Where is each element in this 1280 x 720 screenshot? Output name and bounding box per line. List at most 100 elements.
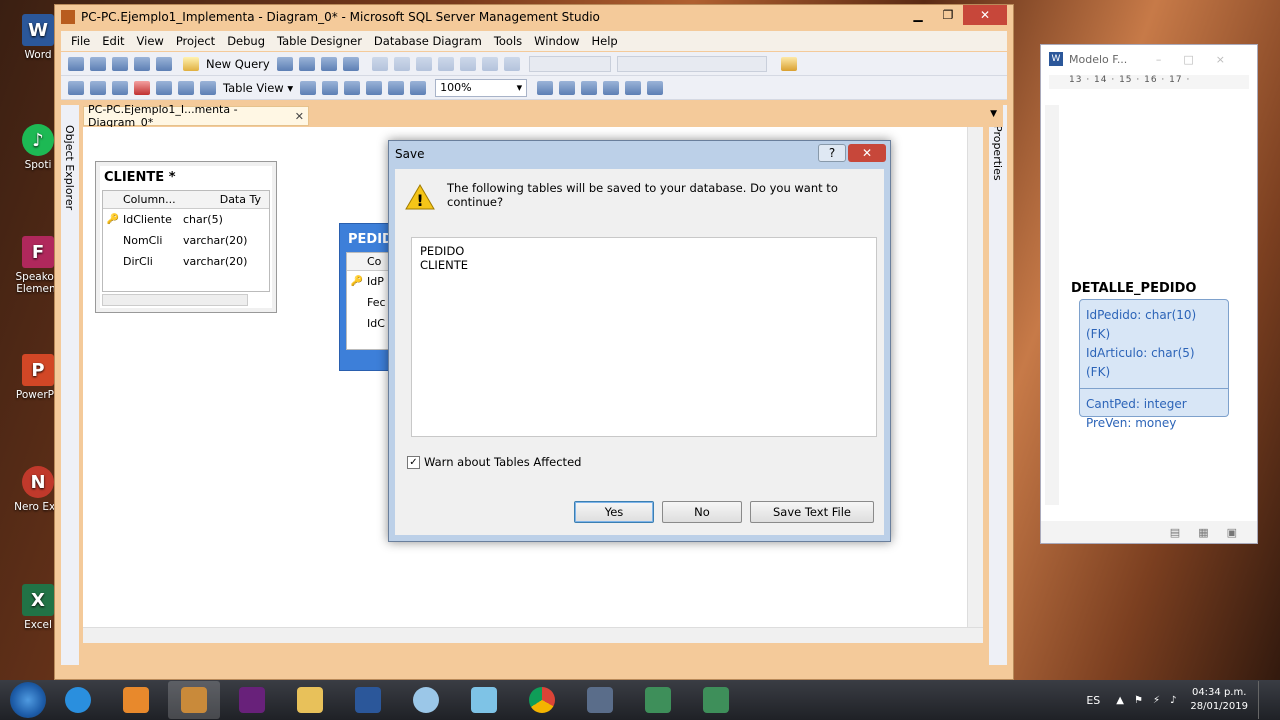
canvas-vscrollbar[interactable]: [967, 127, 983, 627]
query-icon-1[interactable]: [276, 56, 293, 71]
arrange-icon-1[interactable]: [322, 80, 339, 95]
paste-icon[interactable]: [415, 56, 432, 71]
show-desktop-button[interactable]: [1258, 681, 1270, 719]
new-query-button[interactable]: New Query: [206, 57, 270, 71]
arrange-icon-3[interactable]: [366, 80, 383, 95]
menu-file[interactable]: File: [65, 34, 96, 48]
start-debug-icon[interactable]: [503, 56, 520, 71]
redo-icon[interactable]: [459, 56, 476, 71]
relationships-icon[interactable]: [300, 80, 317, 95]
arrange-icon-5[interactable]: [410, 80, 427, 95]
taskbar-notes[interactable]: [458, 681, 510, 719]
layout-icon-1[interactable]: [537, 80, 554, 95]
network-tray-icon[interactable]: ⚡: [1153, 695, 1160, 706]
word-window[interactable]: W Modelo F... –□× 13 · 14 · 15 · 16 · 17…: [1040, 44, 1258, 544]
menu-database-diagram[interactable]: Database Diagram: [368, 34, 488, 48]
save-icon[interactable]: [134, 56, 150, 71]
show-hidden-icons[interactable]: ▲: [1116, 695, 1124, 706]
taskbar-erwin-1[interactable]: [632, 681, 684, 719]
layout-icon-4[interactable]: [603, 80, 620, 95]
taskbar-ssms[interactable]: [168, 681, 220, 719]
tables-list[interactable]: PEDIDO CLIENTE: [411, 237, 877, 437]
arrange-icon-4[interactable]: [388, 80, 405, 95]
web-layout-icon[interactable]: ▣: [1227, 526, 1237, 539]
layout-icon-2[interactable]: [559, 80, 576, 95]
dialog-titlebar[interactable]: Save ? ✕: [389, 141, 890, 167]
taskbar-paint[interactable]: [400, 681, 452, 719]
table-row[interactable]: 🔑 IdCliente char(5): [103, 209, 269, 230]
ssms-titlebar[interactable]: PC-PC.Ejemplo1_Implementa - Diagram_0* -…: [55, 5, 1013, 29]
yes-button[interactable]: Yes: [574, 501, 654, 523]
layout-icon-3[interactable]: [581, 80, 598, 95]
save-all-icon[interactable]: [156, 56, 172, 71]
zoom-combo[interactable]: 100% ▾: [435, 78, 528, 97]
column-name-header[interactable]: Column...: [123, 193, 209, 206]
properties-tab[interactable]: Properties: [991, 125, 1004, 181]
taskbar-word[interactable]: [342, 681, 394, 719]
maximize-button[interactable]: ❐: [933, 5, 963, 25]
taskbar-visual-studio[interactable]: [226, 681, 278, 719]
taskbar-chrome[interactable]: [516, 681, 568, 719]
new-query-icon[interactable]: [183, 56, 199, 71]
taskbar-erwin-2[interactable]: [690, 681, 742, 719]
open-icon[interactable]: [112, 56, 128, 71]
warn-checkbox-row[interactable]: ✓ Warn about Tables Affected: [407, 455, 581, 469]
object-explorer-tab[interactable]: Object Explorer: [63, 125, 76, 210]
table-row[interactable]: DirCli varchar(20): [103, 251, 269, 272]
data-type-header[interactable]: Data Ty: [209, 193, 261, 206]
help-button[interactable]: ?: [818, 144, 846, 162]
taskbar-network[interactable]: [574, 681, 626, 719]
cliente-table[interactable]: CLIENTE * Column... Data Ty 🔑 IdCliente ch…: [95, 161, 277, 313]
taskbar-explorer[interactable]: [284, 681, 336, 719]
tab-list-dropdown[interactable]: ▼: [990, 109, 997, 119]
warn-checkbox[interactable]: ✓: [407, 455, 420, 469]
new-project-icon[interactable]: [68, 56, 84, 71]
language-indicator[interactable]: ES: [1086, 694, 1100, 707]
query-icon-2[interactable]: [298, 56, 315, 71]
taskbar-media[interactable]: [110, 681, 162, 719]
menu-window[interactable]: Window: [528, 34, 585, 48]
dialog-close-button[interactable]: ✕: [848, 144, 886, 162]
navigate-icon[interactable]: [481, 56, 498, 71]
copy-icon[interactable]: [393, 56, 410, 71]
menu-view[interactable]: View: [131, 34, 170, 48]
arrange-icon-2[interactable]: [344, 80, 361, 95]
generate-script-icon[interactable]: [178, 80, 194, 95]
start-button[interactable]: [10, 682, 46, 718]
object-explorer-sidebar[interactable]: Object Explorer: [61, 105, 79, 665]
save-dialog[interactable]: Save ? ✕ ! The following tables will be …: [388, 140, 891, 542]
menu-debug[interactable]: Debug: [221, 34, 271, 48]
no-button[interactable]: No: [662, 501, 742, 523]
taskbar-ie[interactable]: [52, 681, 104, 719]
ssms-app-icon[interactable]: [61, 10, 75, 24]
volume-icon[interactable]: ♪: [1170, 695, 1176, 706]
print-layout-icon[interactable]: ▦: [1198, 526, 1208, 539]
solution-platform-combo[interactable]: [616, 55, 767, 72]
add-table-icon[interactable]: [90, 80, 106, 95]
menu-help[interactable]: Help: [586, 34, 624, 48]
read-mode-icon[interactable]: ▤: [1170, 526, 1180, 539]
cliente-columns-grid[interactable]: Column... Data Ty 🔑 IdCliente char(5) NomC…: [102, 190, 270, 292]
menu-edit[interactable]: Edit: [96, 34, 130, 48]
find-icon[interactable]: [780, 56, 797, 71]
cliente-hscrollbar[interactable]: [102, 294, 248, 306]
properties-sidebar[interactable]: Properties: [989, 105, 1007, 665]
solution-config-combo[interactable]: [528, 55, 611, 72]
query-icon-4[interactable]: [342, 56, 359, 71]
table-view-dropdown[interactable]: Table View ▾: [223, 81, 293, 95]
save-text-file-button[interactable]: Save Text File: [750, 501, 874, 523]
menu-table-designer[interactable]: Table Designer: [271, 34, 368, 48]
menu-tools[interactable]: Tools: [488, 34, 528, 48]
menu-project[interactable]: Project: [170, 34, 221, 48]
close-tab-icon[interactable]: ✕: [295, 110, 304, 123]
tab-diagram[interactable]: PC-PC.Ejemplo1_I...menta - Diagram_0* ✕: [83, 103, 309, 129]
close-button[interactable]: ✕: [963, 5, 1007, 25]
table-row[interactable]: NomCli varchar(20): [103, 230, 269, 251]
minimize-button[interactable]: ▁: [903, 5, 933, 25]
delete-table-icon[interactable]: [134, 80, 150, 95]
add-item-icon[interactable]: [90, 56, 106, 71]
layout-icon-6[interactable]: [647, 80, 664, 95]
query-icon-3[interactable]: [320, 56, 337, 71]
word-window-controls[interactable]: –□×: [1156, 53, 1247, 66]
remove-icon[interactable]: [156, 80, 172, 95]
